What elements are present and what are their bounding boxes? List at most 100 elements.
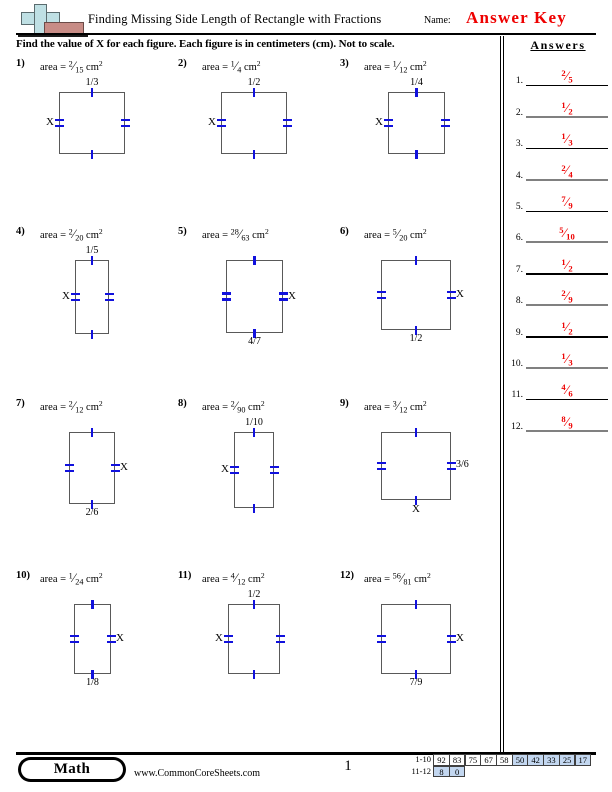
answer-row: 2. 1⁄2 — [506, 86, 610, 118]
answers-panel: Answers 1. 2⁄5 2. 1⁄2 3. 1⁄3 4. 2⁄4 5. 7⁄9 6. 5⁄10 7… — [506, 38, 610, 432]
answer-number: 5. — [515, 201, 523, 212]
answers-heading: Answers — [530, 38, 586, 52]
answer-value: 1⁄2 — [561, 319, 573, 336]
rectangle-shape — [388, 92, 445, 154]
tick-mark — [415, 149, 418, 159]
answer-value: 1⁄3 — [561, 350, 573, 368]
answer-number: 10. — [511, 358, 523, 369]
problem-number: 12) — [340, 570, 354, 581]
problem-area-statement: area = 4⁄12 cm2 — [202, 571, 265, 587]
answer-value: 1⁄2 — [561, 256, 573, 274]
score-cell: 25 — [558, 754, 576, 766]
unknown-side-label: X — [215, 632, 223, 644]
score-cell: 58 — [496, 754, 513, 766]
header-divider-rule — [16, 33, 596, 35]
problem-area-statement: area = 28⁄63 cm2 — [202, 227, 269, 243]
answer-number: 11. — [511, 390, 523, 401]
problem-number: 2) — [178, 58, 187, 69]
problem-area-statement: area = 3⁄12 cm2 — [364, 399, 427, 415]
score-cell: 83 — [448, 754, 466, 766]
unknown-side-label: X — [456, 288, 464, 300]
tick-mark — [446, 461, 456, 465]
tick-mark — [446, 634, 456, 638]
problem-item: 1) area = 2⁄15 cm2 1/3 X — [16, 58, 178, 184]
problem-header: 2) area = 1⁄4 cm2 — [178, 58, 340, 74]
answer-value: 7⁄9 — [561, 193, 573, 211]
score-cell: 33 — [543, 754, 560, 766]
score-row: 1-10 92 83 75 67 58 50 42 33 25 17 — [404, 754, 592, 766]
tick-mark — [90, 87, 94, 97]
tick-mark — [376, 461, 386, 465]
tick-mark — [64, 469, 74, 473]
answer-number: 7. — [515, 264, 523, 275]
tick-mark — [269, 471, 279, 475]
problem-header: 6) area = 5⁄20 cm2 — [340, 226, 502, 242]
problem-header: 7) area = 2⁄12 cm2 — [16, 398, 178, 414]
problem-area-statement: area = 2⁄12 cm2 — [40, 399, 103, 415]
tick-mark — [253, 255, 256, 265]
rectangle-figure: 1/2 X — [178, 74, 340, 184]
answer-row: 5. 7⁄9 — [506, 181, 610, 212]
tick-mark — [229, 471, 239, 475]
tick-mark — [376, 296, 386, 300]
answer-row: 10. 1⁄3 — [506, 338, 610, 369]
answer-number: 1. — [515, 76, 523, 87]
score-cell: 92 — [433, 754, 450, 766]
rectangle-figure: 1/3 X — [16, 74, 178, 184]
tick-mark — [221, 292, 231, 295]
tick-mark — [446, 296, 456, 300]
tick-mark — [278, 298, 288, 301]
known-side-label: 1/2 — [247, 77, 261, 88]
answer-number: 6. — [515, 233, 523, 244]
score-cell: 0 — [448, 765, 466, 777]
answer-row: 8. 2⁄9 — [506, 275, 610, 307]
problem-header: 5) area = 28⁄63 cm2 — [178, 226, 340, 242]
known-side-label: 3/6 — [456, 459, 469, 470]
known-side-label: 1/2 — [409, 333, 423, 344]
subject-badge: Math — [18, 757, 126, 782]
problem-number: 6) — [340, 226, 349, 237]
unknown-side-label: X — [288, 289, 296, 302]
tick-mark — [252, 599, 256, 609]
tick-mark — [446, 467, 456, 471]
known-side-label: 7/9 — [409, 677, 423, 688]
answer-row: 7. 1⁄2 — [506, 243, 610, 275]
tick-mark — [414, 427, 418, 437]
tick-mark — [269, 465, 279, 469]
tick-mark — [90, 255, 94, 265]
unknown-side-label: X — [62, 290, 70, 302]
unknown-side-label: X — [221, 463, 229, 475]
problem-number: 9) — [340, 398, 349, 409]
tick-mark — [104, 292, 114, 296]
problem-number: 11) — [178, 570, 192, 581]
problem-header: 4) area = 2⁄20 cm2 — [16, 226, 178, 242]
website-url: www.CommonCoreSheets.com — [134, 768, 261, 779]
problem-area-statement: area = 2⁄90 cm2 — [202, 399, 265, 415]
tick-mark — [91, 599, 94, 609]
rectangle-shape — [381, 432, 451, 500]
rectangle-figure: 1/4 X — [340, 74, 502, 184]
instructions-text: Find the value of X for each figure. Eac… — [16, 38, 395, 50]
tick-mark — [446, 640, 456, 644]
problem-item: 4) area = 2⁄20 cm2 1/5 X — [16, 226, 178, 352]
answer-row: 3. 1⁄3 — [506, 118, 610, 150]
rectangle-figure: 3/6 X — [340, 414, 502, 524]
tick-mark — [64, 463, 74, 467]
tick-mark — [106, 634, 116, 638]
answer-row: 1. 2⁄5 — [506, 55, 610, 87]
rectangle-figure: 1/8 X — [16, 586, 178, 696]
answer-number: 9. — [515, 327, 523, 338]
score-cell: 17 — [574, 754, 592, 766]
problem-item: 5) area = 28⁄63 cm2 4/7 X — [178, 226, 340, 352]
tick-mark — [216, 124, 226, 128]
problem-item: 10) area = 1⁄24 cm2 1/8 X — [16, 570, 178, 696]
answer-row: 6. 5⁄10 — [506, 212, 610, 244]
problem-item: 2) area = 1⁄4 cm2 1/2 X — [178, 58, 340, 184]
problem-header: 1) area = 2⁄15 cm2 — [16, 58, 178, 74]
unknown-side-label: X — [120, 461, 128, 473]
answer-number: 8. — [515, 296, 523, 307]
score-row: 11-12 8 0 — [404, 765, 591, 777]
rectangle-shape — [69, 432, 115, 504]
problem-number: 1) — [16, 58, 25, 69]
tick-mark — [383, 124, 393, 128]
